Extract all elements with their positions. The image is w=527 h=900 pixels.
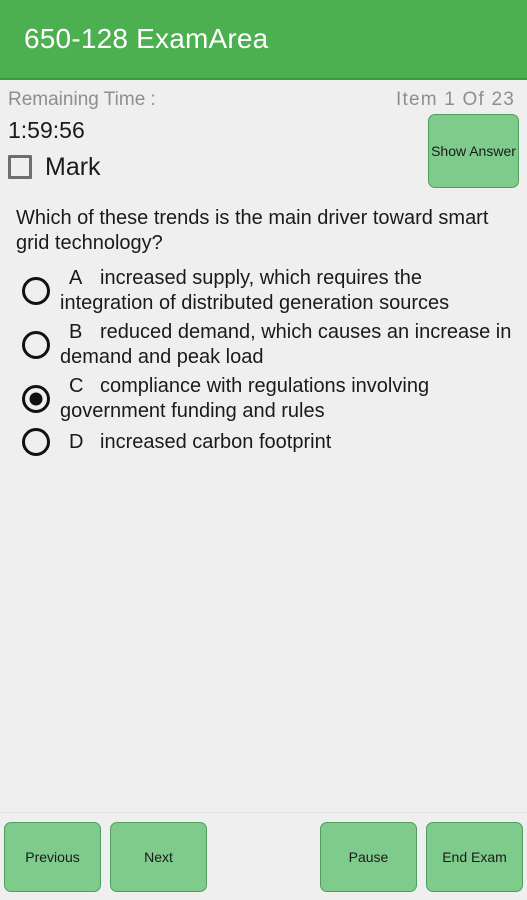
radio-icon-a[interactable] <box>22 277 50 305</box>
options-list: Aincreased supply, which requires the in… <box>8 264 519 458</box>
bottom-navigation-bar: Previous Next Pause End Exam <box>0 812 527 900</box>
question-area: Which of these trends is the main driver… <box>0 204 527 812</box>
next-button[interactable]: Next <box>110 821 207 892</box>
option-d-letter: D <box>69 430 84 453</box>
question-text: Which of these trends is the main driver… <box>16 207 489 254</box>
option-a[interactable]: Aincreased supply, which requires the in… <box>8 264 519 318</box>
pause-button[interactable]: Pause <box>320 821 417 892</box>
mark-checkbox[interactable] <box>8 155 32 179</box>
option-b-text: reduced demand, which causes an increase… <box>60 321 512 368</box>
option-c-body: Ccompliance with regulations involving g… <box>60 374 519 424</box>
radio-icon-c[interactable] <box>22 385 50 413</box>
option-d[interactable]: Dincreased carbon footprint <box>8 426 519 458</box>
mark-label: Mark <box>45 153 101 181</box>
item-counter: Item 1 Of 23 <box>396 89 515 110</box>
radio-icon-b[interactable] <box>22 331 50 359</box>
exam-screen: 650-128 ExamArea Remaining Time : Item 1… <box>0 0 527 900</box>
option-c-letter: C <box>69 375 84 397</box>
remaining-time-label: Remaining Time : <box>8 89 156 110</box>
option-d-body: Dincreased carbon footprint <box>60 430 331 455</box>
option-a-body: Aincreased supply, which requires the in… <box>60 266 519 316</box>
option-b[interactable]: Breduced demand, which causes an increas… <box>8 318 519 372</box>
bottom-bar-right-group: Pause End Exam <box>320 821 523 892</box>
option-c[interactable]: Ccompliance with regulations involving g… <box>8 372 519 426</box>
option-d-text: increased carbon footprint <box>100 430 332 453</box>
option-b-body: Breduced demand, which causes an increas… <box>60 320 519 370</box>
app-header: 650-128 ExamArea <box>0 0 527 80</box>
radio-icon-d[interactable] <box>22 428 50 456</box>
option-c-text: compliance with regulations involving go… <box>60 375 430 422</box>
previous-button[interactable]: Previous <box>4 821 101 892</box>
bottom-bar-left-group: Previous Next <box>4 821 207 892</box>
app-title: 650-128 ExamArea <box>24 23 269 54</box>
show-answer-button[interactable]: Show Answer <box>428 114 519 188</box>
status-row: Remaining Time : Item 1 Of 23 <box>0 80 527 112</box>
option-a-text: increased supply, which requires the int… <box>60 267 450 314</box>
meta-block: 1:59:56 Mark Show Answer <box>0 112 527 204</box>
option-b-letter: B <box>69 321 83 343</box>
option-a-letter: A <box>69 267 83 289</box>
end-exam-button[interactable]: End Exam <box>426 821 523 892</box>
